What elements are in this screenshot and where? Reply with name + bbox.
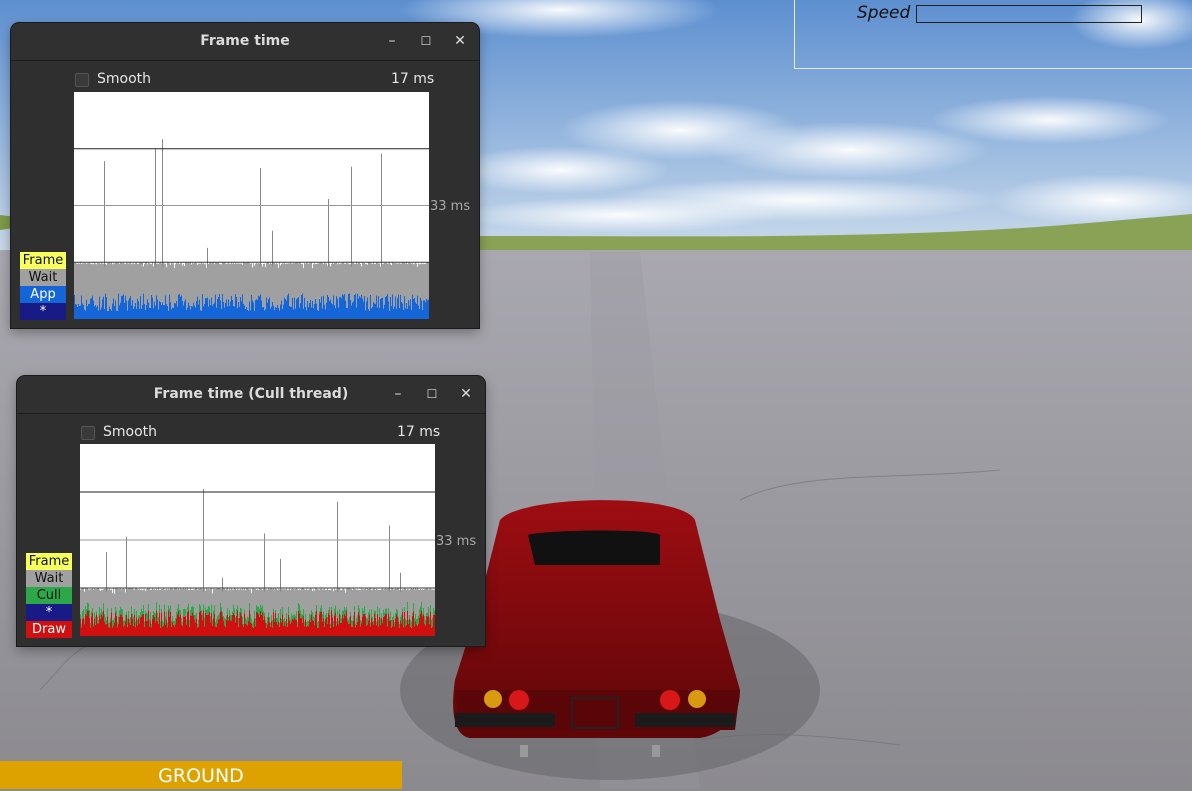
- smooth-label: Smooth: [103, 424, 158, 440]
- frame-time-graph: [74, 92, 429, 319]
- ground-status-bar: GROUND: [0, 761, 402, 789]
- minimize-button[interactable]: –: [387, 376, 409, 413]
- graph-bars: [74, 139, 429, 319]
- speed-hud: Speed: [794, 0, 1192, 69]
- window-content: Smooth 17 ms 33 ms Frame Wait Cull * Draw: [17, 414, 485, 646]
- ref-33ms-label: 33 ms: [430, 199, 471, 214]
- speed-label: Speed: [857, 3, 911, 23]
- minimize-icon: –: [394, 386, 402, 402]
- legend-item-other: *: [20, 303, 66, 320]
- smooth-toggle[interactable]: Smooth: [75, 71, 195, 91]
- smooth-checkbox[interactable]: [81, 426, 95, 440]
- close-button[interactable]: ✕: [449, 23, 471, 60]
- close-icon: ✕: [460, 386, 472, 402]
- window-title: Frame time: [200, 33, 290, 49]
- current-frame-ms: 17 ms: [397, 424, 441, 440]
- frame-time-graph-svg: [74, 139, 429, 319]
- legend-item-app: App: [20, 286, 66, 303]
- smooth-toggle[interactable]: Smooth: [81, 424, 201, 444]
- minimize-icon: –: [388, 33, 396, 49]
- graph-bars: [80, 488, 435, 636]
- cull-thread-graph: [80, 444, 435, 636]
- close-button[interactable]: ✕: [455, 376, 477, 413]
- graph-legend: Frame Wait Cull * Draw: [26, 553, 72, 638]
- minimize-button[interactable]: –: [381, 23, 403, 60]
- legend-item-draw: Draw: [26, 621, 72, 638]
- current-frame-ms: 17 ms: [391, 71, 435, 87]
- close-icon: ✕: [454, 33, 466, 49]
- frame-time-window[interactable]: Frame time – ☐ ✕ Smooth 17 ms 33 ms Fram…: [11, 23, 479, 328]
- smooth-checkbox[interactable]: [75, 73, 89, 87]
- maximize-icon: ☐: [426, 387, 438, 401]
- legend-item-frame: Frame: [20, 252, 66, 269]
- legend-item-wait: Wait: [20, 269, 66, 286]
- smooth-label: Smooth: [97, 71, 152, 87]
- legend-item-wait: Wait: [26, 570, 72, 587]
- window-content: Smooth 17 ms 33 ms Frame Wait App *: [11, 61, 479, 328]
- speed-bar: [916, 5, 1142, 23]
- ref-33ms-label: 33 ms: [436, 534, 477, 549]
- graph-legend: Frame Wait App *: [20, 252, 66, 320]
- window-titlebar[interactable]: Frame time (Cull thread) – ☐ ✕: [17, 376, 485, 414]
- legend-item-frame: Frame: [26, 553, 72, 570]
- legend-item-cull: Cull: [26, 587, 72, 604]
- maximize-button[interactable]: ☐: [421, 376, 443, 413]
- cull-thread-graph-svg: [80, 488, 435, 636]
- maximize-icon: ☐: [420, 34, 432, 48]
- window-title: Frame time (Cull thread): [153, 386, 349, 402]
- legend-item-other: *: [26, 604, 72, 621]
- cull-thread-frame-time-window[interactable]: Frame time (Cull thread) – ☐ ✕ Smooth 17…: [17, 376, 485, 646]
- maximize-button[interactable]: ☐: [415, 23, 437, 60]
- window-titlebar[interactable]: Frame time – ☐ ✕: [11, 23, 479, 61]
